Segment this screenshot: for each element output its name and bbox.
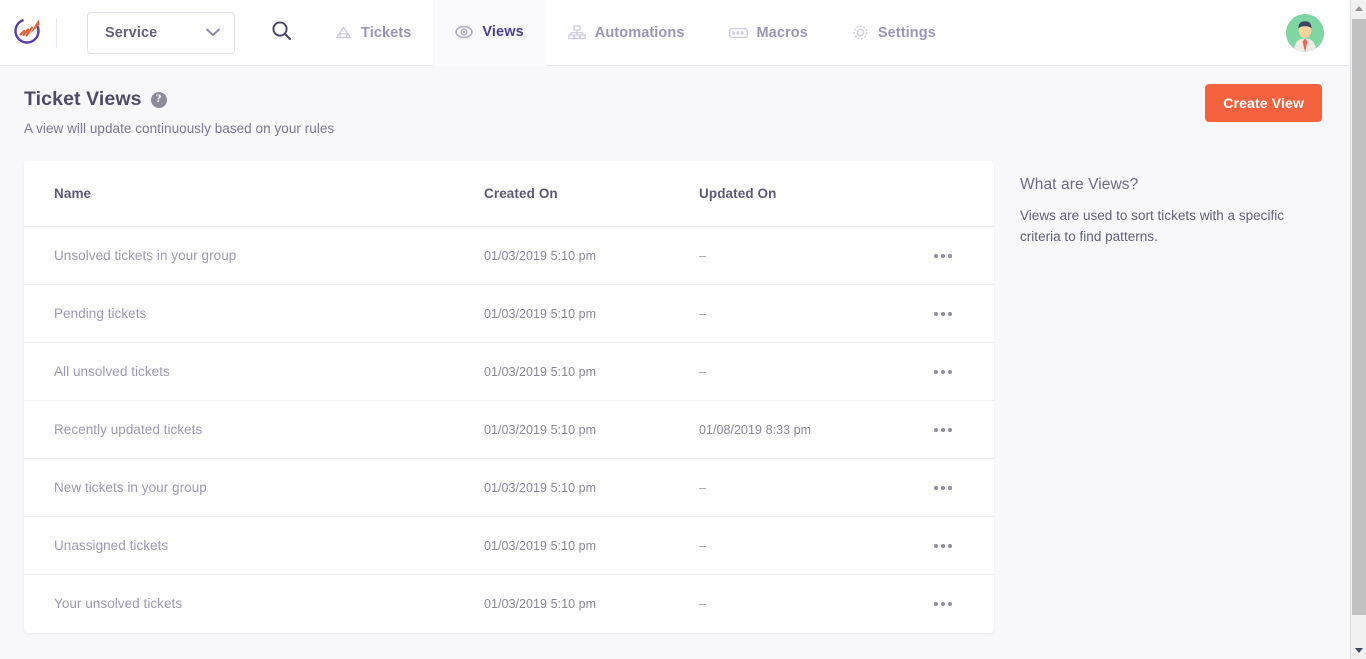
vertical-scrollbar[interactable] [1350,0,1366,659]
cell-name: Your unsolved tickets [54,595,484,613]
user-avatar[interactable] [1286,14,1324,52]
nav-divider [56,18,57,48]
view-name-link[interactable]: Your unsolved tickets [54,596,182,611]
cell-name: New tickets in your group [54,479,484,497]
question-mark-icon[interactable]: ? [151,92,167,108]
cell-updated-on: 01/08/2019 8:33 pm [699,423,914,437]
page-title: Ticket Views [24,88,142,111]
cell-actions [914,478,964,498]
table-row: Recently updated tickets 01/03/2019 5:10 … [24,401,994,459]
cell-name: Unassigned tickets [54,537,484,555]
cell-actions [914,536,964,556]
cell-updated-on: – [699,539,914,553]
product-selector-dropdown[interactable]: Service [87,12,235,54]
table-body: Unsolved tickets in your group 01/03/2019… [24,227,994,633]
tab-settings[interactable]: Settings [830,0,958,66]
ellipsis-horizontal-icon[interactable] [930,536,956,556]
cell-created-on: 01/03/2019 5:10 pm [484,539,699,553]
view-name-link[interactable]: New tickets in your group [54,480,207,495]
cell-updated-on: – [699,365,914,379]
ellipsis-horizontal-icon[interactable] [930,594,956,614]
main-nav-tabs: Tickets Views [313,0,958,66]
search-button[interactable] [261,13,301,53]
view-name-link[interactable]: Unsolved tickets in your group [54,248,236,263]
create-view-button[interactable]: Create View [1205,84,1322,122]
keyboard-icon [729,27,748,39]
cell-created-on: 01/03/2019 5:10 pm [484,481,699,495]
cell-name: Recently updated tickets [54,421,484,439]
tab-macros[interactable]: Macros [707,0,830,66]
view-name-link[interactable]: Recently updated tickets [54,422,202,437]
cell-actions [914,246,964,266]
column-header-name: Name [54,186,484,201]
info-panel-title: What are Views? [1020,176,1330,194]
vertical-scrollbar-thumb[interactable] [1352,19,1366,615]
scroll-down-arrow-icon[interactable] [1351,642,1366,659]
chevron-down-icon [206,24,220,42]
product-selector-label: Service [105,25,157,41]
tab-macros-label: Macros [757,25,808,41]
tab-automations-label: Automations [595,25,685,41]
info-panel: What are Views? Views are used to sort t… [1020,176,1330,248]
table-row: Unassigned tickets 01/03/2019 5:10 pm– [24,517,994,575]
cell-updated-on: – [699,481,914,495]
cell-name: Pending tickets [54,305,484,323]
cell-created-on: 01/03/2019 5:10 pm [484,307,699,321]
sitemap-icon [568,25,586,40]
tab-views[interactable]: Views [433,0,545,66]
table-row: Your unsolved tickets 01/03/2019 5:10 pm– [24,575,994,633]
table-row: Unsolved tickets in your group 01/03/2019… [24,227,994,285]
table-row: New tickets in your group 01/03/2019 5:10… [24,459,994,517]
page-title-row: Ticket Views ? [24,88,334,111]
cell-created-on: 01/03/2019 5:10 pm [484,423,699,437]
eye-icon [455,25,473,39]
user-avatar-icon [1286,14,1324,52]
views-table-card: Name Created On Updated On Unsolved tick… [24,161,994,633]
cell-name: All unsolved tickets [54,363,484,381]
top-navigation-bar: Service [0,0,1350,66]
gear-icon [852,24,869,41]
cell-actions [914,420,964,440]
cell-name: Unsolved tickets in your group [54,247,484,265]
table-header-row: Name Created On Updated On [24,161,994,227]
cell-updated-on: – [699,597,914,611]
tab-views-label: Views [482,24,523,40]
cell-actions [914,594,964,614]
cell-updated-on: – [699,249,914,263]
view-name-link[interactable]: Unassigned tickets [54,538,168,553]
app-logo[interactable] [0,0,56,66]
ellipsis-horizontal-icon[interactable] [930,304,956,324]
freshdesk-logo-icon [11,13,45,52]
scroll-up-arrow-icon[interactable] [1351,0,1366,17]
ticket-icon [335,25,352,40]
cell-created-on: 01/03/2019 5:10 pm [484,597,699,611]
view-name-link[interactable]: Pending tickets [54,306,146,321]
search-icon [271,20,292,46]
tab-tickets-label: Tickets [361,25,411,41]
table-row: Pending tickets 01/03/2019 5:10 pm– [24,285,994,343]
table-row: All unsolved tickets 01/03/2019 5:10 pm– [24,343,994,401]
ellipsis-horizontal-icon[interactable] [930,478,956,498]
cell-updated-on: – [699,307,914,321]
cell-created-on: 01/03/2019 5:10 pm [484,249,699,263]
ellipsis-horizontal-icon[interactable] [930,420,956,440]
cell-actions [914,304,964,324]
page-header: Ticket Views ? A view will update contin… [24,88,334,136]
info-panel-body: Views are used to sort tickets with a sp… [1020,206,1328,248]
column-header-created-on: Created On [484,186,699,201]
tab-tickets[interactable]: Tickets [313,0,433,66]
ellipsis-horizontal-icon[interactable] [930,246,956,266]
tab-settings-label: Settings [878,25,936,41]
ellipsis-horizontal-icon[interactable] [930,362,956,382]
view-name-link[interactable]: All unsolved tickets [54,364,170,379]
application-window: Service [0,0,1366,659]
page-subtitle: A view will update continuously based on… [24,121,334,136]
cell-created-on: 01/03/2019 5:10 pm [484,365,699,379]
cell-actions [914,362,964,382]
tab-automations[interactable]: Automations [546,0,707,66]
column-header-updated-on: Updated On [699,186,914,201]
page-content: Ticket Views ? A view will update contin… [0,66,1350,659]
